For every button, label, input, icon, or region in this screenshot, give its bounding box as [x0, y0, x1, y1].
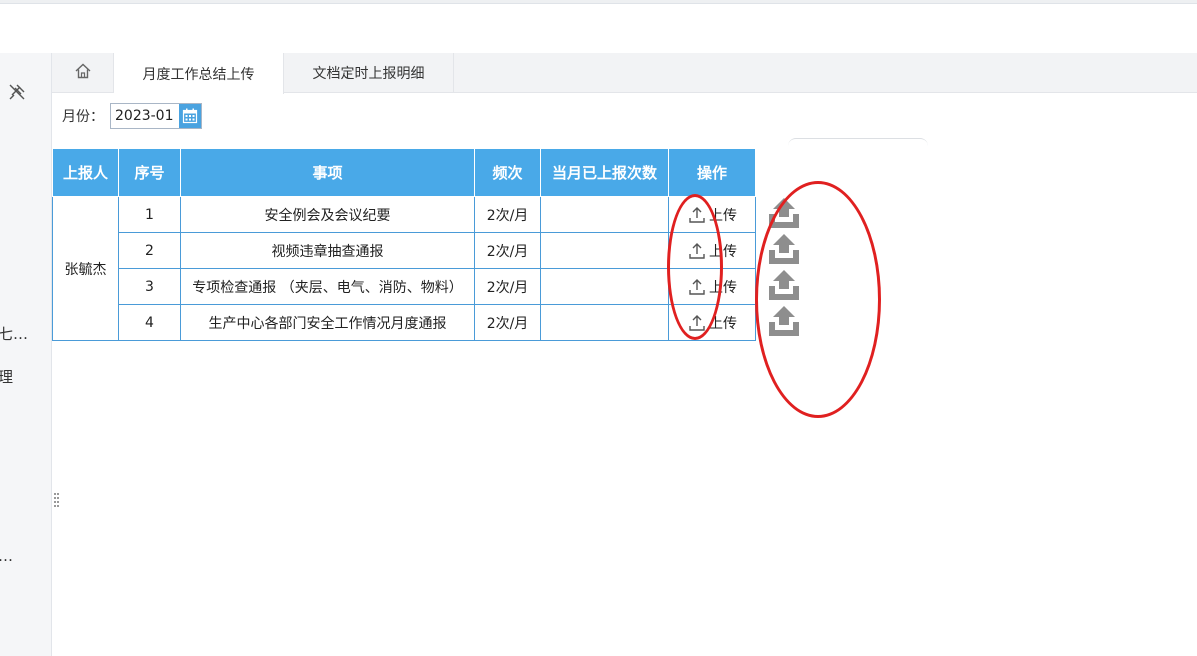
table-row: 张毓杰 1 安全例会及会议纪要 2次/月 上传: [52, 196, 756, 341]
table-row: 2 视频违章抽查通报 2次/月 上传: [53, 232, 756, 269]
row-action-cell: 上传: [668, 232, 756, 269]
left-sidebar: 七… 理 …: [0, 53, 52, 656]
month-label: 月份：: [62, 109, 104, 125]
row-number: 3: [118, 268, 181, 305]
row-reported-count: [540, 268, 669, 305]
upload-icon: [689, 206, 705, 223]
upload-label: 上传: [709, 207, 737, 224]
column-header-reported-count[interactable]: 当月已上报次数: [540, 148, 669, 197]
upload-label: 上传: [709, 279, 737, 296]
row-reported-count: [540, 304, 669, 341]
sidebar-item-fragment-3[interactable]: …: [0, 547, 13, 565]
tab-bar: 月度工作总结上传 文档定时上报明细: [52, 53, 1197, 94]
sidebar-item-fragment-1[interactable]: 七…: [0, 323, 28, 344]
sidebar-item-fragment-2[interactable]: 理: [0, 366, 13, 387]
month-date-picker[interactable]: 2023-01: [110, 103, 202, 129]
collapsed-panel-handle[interactable]: [788, 138, 928, 148]
row-action-cell: 上传: [668, 304, 756, 341]
upload-button[interactable]: 上传: [687, 277, 737, 297]
row-reported-count: [540, 232, 669, 269]
resize-grip[interactable]: [54, 492, 60, 508]
report-table: 上报人 序号 事项 频次 当月已上报次数 操作 张毓杰 1 安全例会及会议纪要 …: [52, 148, 756, 341]
pin-icon[interactable]: [6, 81, 28, 103]
column-header-reporter[interactable]: 上报人: [52, 148, 119, 197]
row-item: 专项检查通报 （夹层、电气、消防、物料）: [180, 268, 475, 305]
row-frequency: 2次/月: [474, 304, 541, 341]
column-header-action[interactable]: 操作: [668, 148, 756, 197]
upload-icon: [689, 242, 705, 259]
table-row: 4 生产中心各部门安全工作情况月度通报 2次/月 上传: [53, 304, 756, 341]
month-input[interactable]: 2023-01: [111, 108, 179, 124]
row-action-cell: 上传: [668, 196, 756, 233]
row-item: 视频违章抽查通报: [180, 232, 475, 269]
reporter-cell: 张毓杰: [52, 196, 119, 341]
row-number: 2: [118, 232, 181, 269]
table-row: 3 专项检查通报 （夹层、电气、消防、物料） 2次/月 上传: [53, 268, 756, 305]
table-header-row: 上报人 序号 事项 频次 当月已上报次数 操作: [52, 148, 756, 197]
column-header-no[interactable]: 序号: [118, 148, 181, 197]
tray-upload-icon[interactable]: [766, 304, 802, 338]
row-number: 4: [118, 304, 181, 341]
row-item: 安全例会及会议纪要: [180, 196, 475, 233]
column-header-item[interactable]: 事项: [180, 148, 475, 197]
upload-label: 上传: [709, 315, 737, 332]
calendar-icon[interactable]: [179, 104, 201, 128]
row-frequency: 2次/月: [474, 268, 541, 305]
upload-icon: [689, 278, 705, 295]
tab-document-report-details[interactable]: 文档定时上报明细: [284, 53, 454, 93]
upload-button[interactable]: 上传: [687, 313, 737, 333]
column-header-frequency[interactable]: 频次: [474, 148, 541, 197]
row-reported-count: [540, 196, 669, 233]
upload-icon: [689, 314, 705, 331]
tab-monthly-summary-upload[interactable]: 月度工作总结上传: [114, 53, 284, 94]
upload-button[interactable]: 上传: [687, 205, 737, 225]
tab-label: 月度工作总结上传: [142, 66, 255, 83]
tab-home[interactable]: [52, 53, 114, 93]
upload-button[interactable]: 上传: [687, 241, 737, 261]
tray-upload-icon[interactable]: [766, 268, 802, 302]
row-frequency: 2次/月: [474, 196, 541, 233]
row-item: 生产中心各部门安全工作情况月度通报: [180, 304, 475, 341]
tab-label: 文档定时上报明细: [312, 66, 425, 82]
row-action-cell: 上传: [668, 268, 756, 305]
row-number: 1: [118, 196, 181, 233]
upload-label: 上传: [709, 243, 737, 260]
home-icon: [74, 62, 92, 84]
month-filter: 月份： 2023-01: [62, 103, 202, 129]
row-frequency: 2次/月: [474, 232, 541, 269]
top-bar: [0, 4, 1197, 53]
tray-upload-icon[interactable]: [766, 196, 802, 230]
tray-upload-icon[interactable]: [766, 232, 802, 266]
